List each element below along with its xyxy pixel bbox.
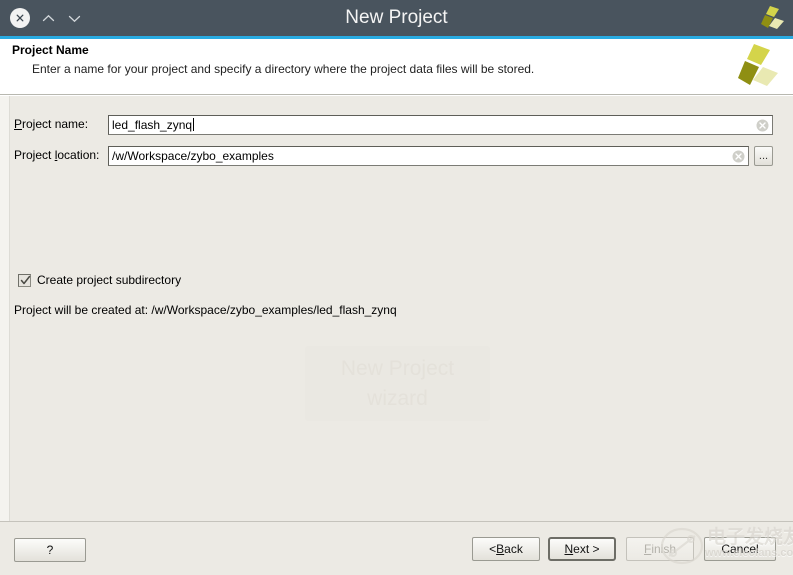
window-controls <box>0 8 82 28</box>
ghost-line-1: New Project <box>340 357 455 380</box>
project-location-label-pre: Project <box>14 148 55 162</box>
checkmark-icon <box>20 275 31 284</box>
back-label-mnemonic: B <box>496 542 505 556</box>
back-button[interactable]: < Back <box>472 537 540 561</box>
cancel-button[interactable]: Cancel <box>704 537 776 561</box>
create-subdirectory-label: Create project subdirectory <box>37 273 182 287</box>
page-description: Enter a name for your project and specif… <box>32 62 535 76</box>
project-location-input[interactable]: /w/Workspace/zybo_examples <box>108 146 749 166</box>
create-subdirectory-checkbox-row[interactable]: Create project subdirectory <box>18 273 181 287</box>
window-title: New Project <box>345 7 448 28</box>
left-edge-strip <box>0 96 10 521</box>
window-titlebar: New Project <box>0 0 793 36</box>
back-label-pre: < <box>489 542 497 556</box>
finish-button: Finish <box>626 537 694 561</box>
wizard-content: New Project wizard Project name: led_fla… <box>0 96 793 521</box>
help-button[interactable]: ? <box>14 538 86 562</box>
created-at-text: Project will be created at: /w/Workspace… <box>14 303 397 317</box>
clear-circle-icon[interactable] <box>756 119 769 132</box>
project-name-label: Project name: <box>14 117 88 131</box>
finish-label-mnemonic: F <box>643 542 652 556</box>
project-name-label-mnemonic: P <box>14 117 23 131</box>
finish-label-text: inish <box>651 542 677 556</box>
next-label-mnemonic: N <box>564 542 574 556</box>
next-label-text: ext > <box>573 542 600 556</box>
chevron-up-icon[interactable] <box>40 10 56 26</box>
project-location-label: Project location: <box>14 148 99 162</box>
next-button[interactable]: Next > <box>548 537 616 561</box>
clear-circle-icon[interactable] <box>732 150 745 163</box>
project-name-value: led_flash_zynq <box>112 118 195 132</box>
text-caret <box>193 118 195 131</box>
xilinx-logo-icon <box>755 4 785 32</box>
back-label-text: ack <box>504 542 523 556</box>
project-name-input[interactable]: led_flash_zynq <box>108 115 773 135</box>
project-location-label-text: ocation: <box>57 148 100 162</box>
ghost-line-2: wizard <box>367 387 428 411</box>
close-icon[interactable] <box>10 8 30 28</box>
project-name-label-text: roject name: <box>22 117 89 131</box>
page-title: Project Name <box>12 43 89 57</box>
project-location-value: /w/Workspace/zybo_examples <box>112 149 274 163</box>
browse-button[interactable]: ... <box>754 146 773 166</box>
project-name-row: Project name: led_flash_zynq <box>14 115 774 135</box>
background-ghost-watermark: New Project wizard <box>305 346 490 421</box>
project-location-row: Project location: /w/Workspace/zybo_exam… <box>14 146 774 166</box>
xilinx-logo-icon <box>729 42 779 90</box>
chevron-down-icon[interactable] <box>66 10 82 26</box>
wizard-header: Project Name Enter a name for your proje… <box>0 39 793 95</box>
create-subdirectory-checkbox[interactable] <box>18 273 31 287</box>
